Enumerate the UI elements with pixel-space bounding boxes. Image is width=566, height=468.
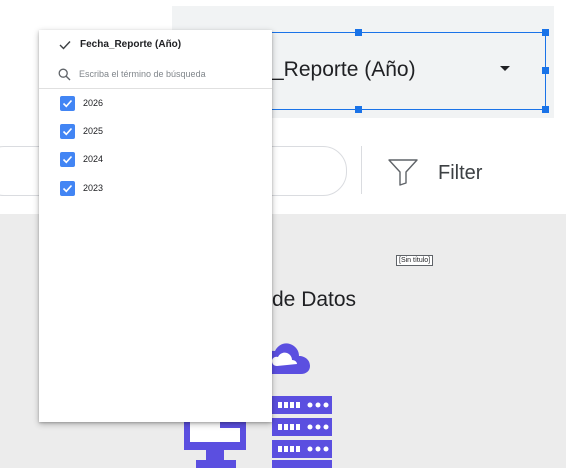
list-item-label: 2025	[83, 126, 104, 136]
dropdown-header[interactable]: Fecha_Reporte (Año)	[39, 30, 272, 62]
untitled-label[interactable]: [Sin título]	[396, 255, 434, 266]
checkbox-2026[interactable]	[60, 96, 75, 111]
checkbox-2024[interactable]	[60, 152, 75, 167]
checkbox-2025[interactable]	[60, 124, 75, 139]
list-item-2025[interactable]: 2025	[39, 121, 272, 143]
list-item-2023[interactable]: 2023	[39, 178, 272, 200]
search-icon	[58, 68, 71, 81]
resize-handle-top-middle[interactable]	[355, 29, 362, 36]
list-item-2026[interactable]: 2026	[39, 93, 272, 115]
control-label: _Reporte (Año)	[272, 58, 416, 81]
resize-handle-bottom-right[interactable]	[542, 106, 549, 113]
filter-funnel-icon[interactable]	[387, 157, 419, 187]
list-item-label: 2024	[83, 154, 104, 164]
filter-label[interactable]: Filter	[438, 162, 482, 185]
checkbox-2023[interactable]	[60, 181, 75, 196]
search-input[interactable]	[79, 66, 264, 82]
resize-handle-bottom-middle[interactable]	[355, 106, 362, 113]
list-item-label: 2026	[83, 98, 104, 108]
checkmark-icon	[62, 99, 73, 108]
checkmark-icon	[62, 127, 73, 136]
dropdown-arrow-icon[interactable]	[500, 66, 510, 71]
resize-handle-top-right[interactable]	[542, 29, 549, 36]
checkmark-icon	[62, 155, 73, 164]
select-all-check-icon[interactable]	[59, 40, 71, 50]
canvas-heading: de Datos	[272, 288, 357, 311]
checkmark-icon	[62, 184, 73, 193]
report-editor: _Reporte (Año) Filter [Sin título] de Da…	[0, 0, 566, 468]
list-item-label: 2023	[83, 183, 104, 193]
dropdown-search	[39, 62, 272, 89]
divider	[361, 146, 362, 194]
year-filter-dropdown: Fecha_Reporte (Año) 2026 2025	[39, 30, 272, 422]
list-item-2024[interactable]: 2024	[39, 149, 272, 171]
resize-handle-middle-right[interactable]	[542, 67, 549, 74]
dropdown-title: Fecha_Reporte (Año)	[80, 39, 182, 50]
